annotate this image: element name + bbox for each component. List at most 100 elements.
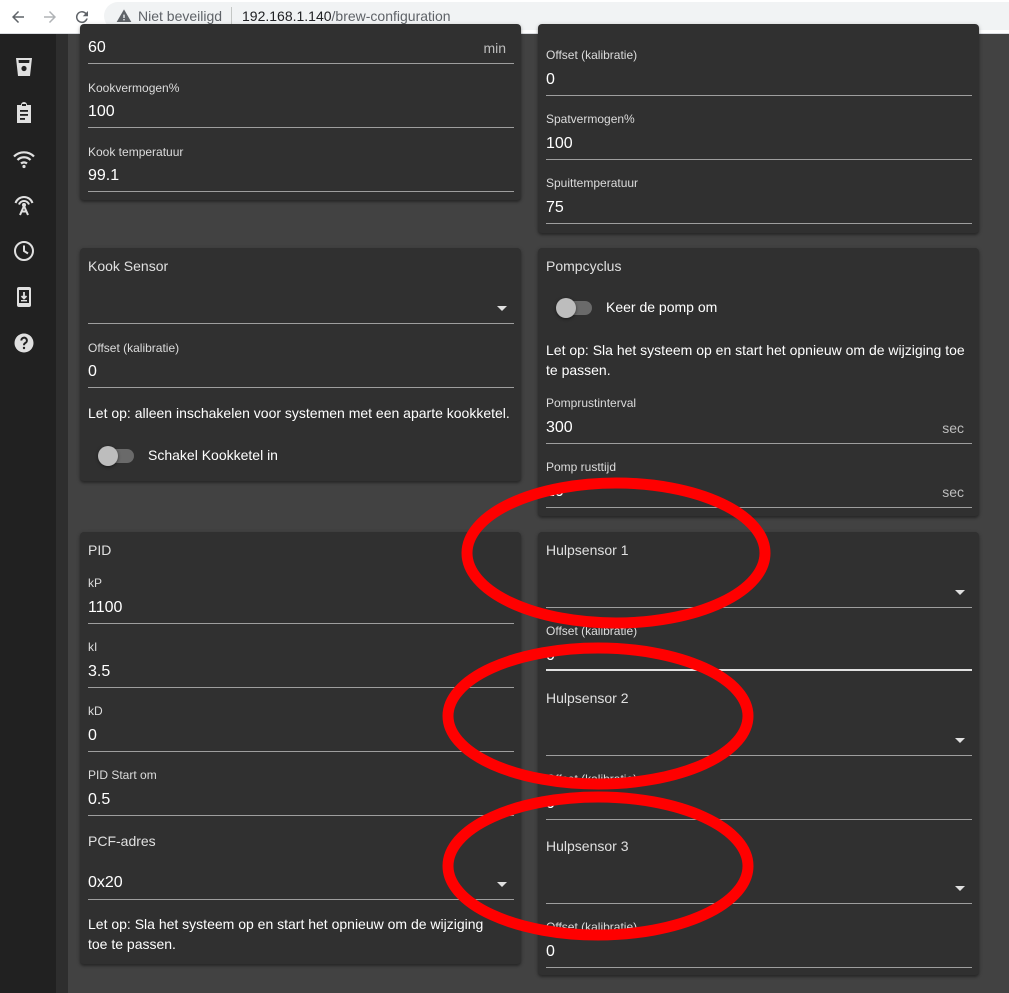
pcf-address-underline xyxy=(88,899,514,900)
pump-reverse-toggle-label[interactable]: Keer de pomp om xyxy=(606,299,717,315)
boil-sensor-underline xyxy=(88,323,514,324)
aux-sensor2-offset-underline xyxy=(546,819,972,820)
pump-reverse-toggle[interactable] xyxy=(556,298,594,318)
boil-time-underline xyxy=(88,63,514,64)
chevron-down-icon xyxy=(955,738,965,743)
pcf-address-select[interactable]: 0x20 xyxy=(88,862,514,898)
boil-time-value[interactable]: 60 xyxy=(88,39,106,57)
aux-sensor1-underline xyxy=(546,607,972,608)
pump-rest-time-input[interactable]: 10 xyxy=(546,483,564,501)
pump-rest-interval-label: Pomprustinterval xyxy=(546,396,637,410)
back-icon[interactable] xyxy=(6,5,30,29)
boil-kettle-toggle[interactable] xyxy=(98,446,136,466)
boil-kettle-toggle-label[interactable]: Schakel Kookketel in xyxy=(148,447,278,463)
pid-card: PID kP 1100 kI 3.5 kD 0 PID Start om 0.5… xyxy=(80,532,521,964)
clock-icon[interactable] xyxy=(12,239,36,263)
pump-reverse-toggle-knob xyxy=(556,298,576,318)
sparge-power-underline xyxy=(546,159,972,160)
aux-sensor1-title: Hulpsensor 1 xyxy=(546,542,629,558)
aux-sensor3-offset-input[interactable]: 0 xyxy=(546,943,555,961)
pump-rest-time-underline xyxy=(546,507,972,508)
pump-rest-interval-suffix: sec xyxy=(942,420,964,436)
clipboard-icon[interactable] xyxy=(12,101,36,125)
pump-cycle-note: Let op: Sla het systeem op en start het … xyxy=(546,342,965,378)
pid-start-label: PID Start om xyxy=(88,768,157,782)
pid-ki-input[interactable]: 3.5 xyxy=(88,663,110,681)
sidebar xyxy=(0,34,56,993)
pump-cycle-title: Pompcyclus xyxy=(546,258,622,274)
pid-ki-label: kI xyxy=(88,640,98,654)
brew-icon[interactable] xyxy=(12,55,36,79)
aux-sensor3-offset-underline xyxy=(546,967,972,968)
boil-sensor-title: Kook Sensor xyxy=(88,258,169,274)
chevron-down-icon xyxy=(497,882,507,887)
pid-title: PID xyxy=(88,542,112,558)
wifi-icon[interactable] xyxy=(12,147,36,171)
pump-rest-interval-input[interactable]: 300 xyxy=(546,419,573,437)
aux-sensor3-underline xyxy=(546,903,972,904)
pcf-address-value: 0x20 xyxy=(88,874,123,891)
aux-sensor2-select[interactable] xyxy=(546,718,972,754)
boil-temp-input[interactable]: 99.1 xyxy=(88,167,119,185)
sparge-power-input[interactable]: 100 xyxy=(546,135,573,153)
pid-kd-label: kD xyxy=(88,704,103,718)
aux-sensor1-offset-label: Offset (kalibratie) xyxy=(546,624,638,638)
aux-sensor1-offset-underline-focused xyxy=(546,669,972,671)
aux-sensors-card: Hulpsensor 1 Offset (kalibratie) 0 Hulps… xyxy=(538,532,979,975)
sparge-power-label: Spatvermogen% xyxy=(546,112,635,126)
aux-sensor1-offset-input[interactable]: 0 xyxy=(546,647,555,665)
pid-card-note: Let op: Sla het systeem op en start het … xyxy=(88,916,484,952)
url-host: 192.168.1.140 xyxy=(242,8,332,24)
pump-rest-time-suffix: sec xyxy=(942,484,964,500)
boil-sensor-offset-label: Offset (kalibratie) xyxy=(88,341,180,355)
url-text[interactable]: 192.168.1.140/brew-configuration xyxy=(242,8,451,24)
url-path: /brew-configuration xyxy=(331,8,451,24)
chevron-down-icon xyxy=(955,590,965,595)
boil-temp-underline xyxy=(88,191,514,192)
sparge-temp-input[interactable]: 75 xyxy=(546,199,564,217)
update-icon[interactable] xyxy=(12,285,36,309)
sparge-settings-card: Offset (kalibratie) 0 Spatvermogen% 100 … xyxy=(538,24,979,233)
help-icon[interactable] xyxy=(12,331,36,355)
chevron-down-icon xyxy=(497,306,507,311)
boil-sensor-offset-input[interactable]: 0 xyxy=(88,363,97,381)
aux-sensor1-select[interactable] xyxy=(546,570,972,606)
chevron-down-icon xyxy=(955,886,965,891)
aux-sensor2-underline xyxy=(546,755,972,756)
aux-sensor2-offset-input[interactable]: 0 xyxy=(546,795,555,813)
sparge-offset-input[interactable]: 0 xyxy=(546,71,555,89)
pid-kp-input[interactable]: 1100 xyxy=(88,599,122,617)
aux-sensor3-title: Hulpsensor 3 xyxy=(546,838,629,854)
boil-sensor-note: Let op: alleen inschakelen voor systemen… xyxy=(88,405,510,421)
pid-kp-label: kP xyxy=(88,576,103,590)
boil-settings-card: 60 min Kookvermogen% 100 Kook temperatuu… xyxy=(80,24,521,200)
boil-sensor-offset-underline xyxy=(88,387,514,388)
boil-sensor-card: Kook Sensor Offset (kalibratie) 0 Let op… xyxy=(80,248,521,481)
pid-kd-input[interactable]: 0 xyxy=(88,727,97,745)
pump-rest-time-label: Pomp rusttijd xyxy=(546,460,617,474)
security-label[interactable]: Niet beveiligd xyxy=(138,8,222,24)
pump-cycle-card: Pompcyclus Keer de pomp om Let op: Sla h… xyxy=(538,248,979,516)
boil-kettle-toggle-knob xyxy=(98,446,118,466)
pump-rest-interval-underline xyxy=(546,443,972,444)
access-point-icon[interactable] xyxy=(12,193,36,217)
address-separator xyxy=(231,7,232,25)
boil-power-input[interactable]: 100 xyxy=(88,103,115,121)
forward-icon[interactable] xyxy=(38,5,62,29)
sidebar-shadow xyxy=(56,34,68,993)
pid-kd-underline xyxy=(88,751,514,752)
pid-start-input[interactable]: 0.5 xyxy=(88,791,110,809)
pcf-address-title: PCF-adres xyxy=(88,833,156,849)
boil-power-label: Kookvermogen% xyxy=(88,81,180,95)
aux-sensor3-offset-label: Offset (kalibratie) xyxy=(546,920,638,934)
aux-sensor2-offset-label: Offset (kalibratie) xyxy=(546,772,638,786)
boil-time-suffix: min xyxy=(483,40,506,56)
aux-sensor2-title: Hulpsensor 2 xyxy=(546,690,629,706)
sparge-temp-label: Spuittemperatuur xyxy=(546,176,639,190)
sparge-offset-label: Offset (kalibratie) xyxy=(546,48,638,62)
boil-sensor-select[interactable] xyxy=(88,286,514,324)
sparge-temp-underline xyxy=(546,223,972,224)
pid-kp-underline xyxy=(88,623,514,624)
pid-ki-underline xyxy=(88,687,514,688)
aux-sensor3-select[interactable] xyxy=(546,866,972,902)
